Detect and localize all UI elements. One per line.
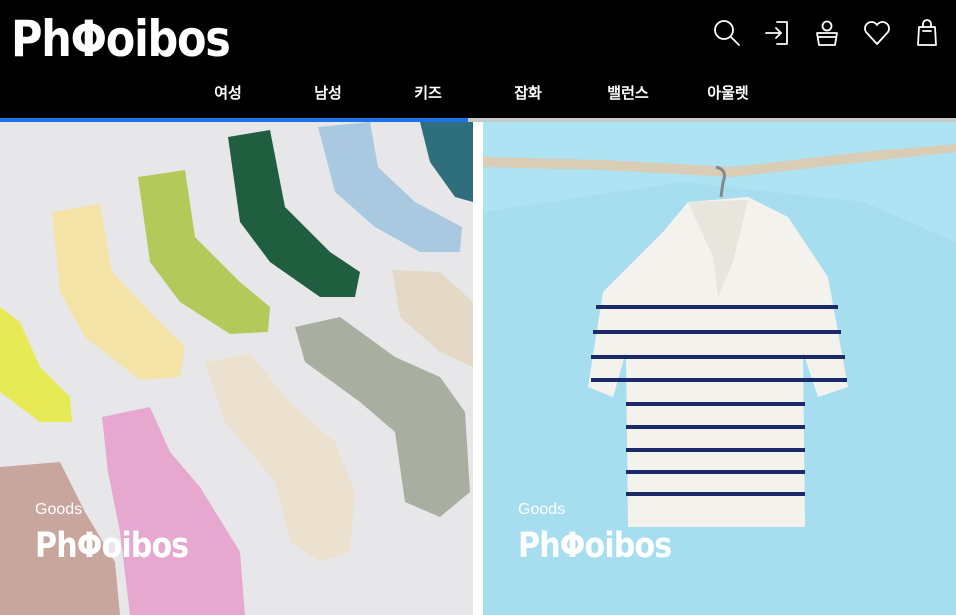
- wishlist-icon[interactable]: [860, 16, 894, 50]
- login-icon[interactable]: [760, 16, 794, 50]
- banner-subtitle: Goods: [35, 501, 83, 518]
- search-icon[interactable]: [710, 16, 744, 50]
- banner-brand: PhΦoibos: [518, 526, 672, 566]
- account-icon[interactable]: [810, 16, 844, 50]
- site-logo[interactable]: PhΦoibos: [11, 8, 231, 70]
- banner-polo[interactable]: Goods PhΦoibos: [483, 122, 956, 615]
- header-icons: [710, 16, 944, 50]
- nav-item-balance[interactable]: 밸런스: [578, 82, 678, 103]
- banner-socks[interactable]: Goods PhΦoibos: [0, 122, 473, 615]
- main-nav: 여성 남성 키즈 잡화 밸런스 아울렛: [178, 82, 778, 103]
- banner-caption: Goods PhΦoibos: [518, 500, 696, 568]
- nav-item-goods[interactable]: 잡화: [478, 82, 578, 103]
- nav-item-women[interactable]: 여성: [178, 82, 278, 103]
- banner-subtitle: Goods: [518, 501, 566, 518]
- cart-icon[interactable]: [910, 16, 944, 50]
- banner-caption: Goods PhΦoibos: [35, 500, 213, 568]
- banner-divider: [473, 122, 483, 615]
- banner-brand: PhΦoibos: [35, 526, 189, 566]
- header-bar: PhΦoibos 여성 남성 키즈 잡화 밸런스 아울렛: [0, 0, 956, 118]
- nav-item-men[interactable]: 남성: [278, 82, 378, 103]
- nav-item-kids[interactable]: 키즈: [378, 82, 478, 103]
- nav-item-outlet[interactable]: 아울렛: [678, 82, 778, 103]
